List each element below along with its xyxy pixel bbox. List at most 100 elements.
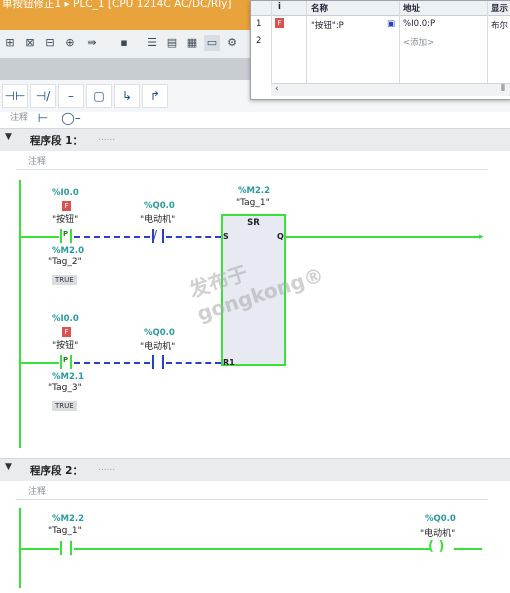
insert-network-icon[interactable]: ⊞: [2, 35, 18, 51]
nc-contact[interactable]: /: [150, 228, 166, 243]
empty-box-icon[interactable]: ▢: [86, 84, 112, 108]
power-rail: [19, 180, 21, 448]
coil-address: %Q0.0: [425, 514, 456, 524]
unpowered-wire: [166, 236, 221, 238]
network-1-title: 程序段 1：: [30, 135, 83, 147]
pin-s: S: [223, 232, 229, 241]
toolbar-divider: [0, 58, 252, 80]
row-number: 2: [256, 36, 262, 46]
title-text: 单按钮修正1 ▸ PLC_1 [CPU 1214C AC/DC/Rly]: [2, 0, 232, 10]
sr-label: SR: [247, 218, 260, 228]
contact-address: %I0.0: [52, 188, 79, 198]
sr-address: %M2.2: [238, 186, 271, 196]
network-2-header[interactable]: ▼ 程序段 2： ......: [0, 458, 510, 481]
network-2-comment-text: 注释: [28, 487, 47, 497]
q-output-wire: [286, 236, 482, 238]
scroll-grip-icon[interactable]: ⦀: [501, 84, 505, 94]
network-comment-icon[interactable]: ▦: [184, 35, 200, 51]
unpowered-wire: [74, 236, 150, 238]
table-divider: [399, 1, 400, 85]
pin-q: Q: [277, 232, 284, 241]
contact-address: %I0.0: [52, 314, 79, 324]
coil-icon[interactable]: –◯–: [58, 84, 84, 125]
no-contact-address: %Q0.0: [144, 328, 175, 338]
network-1-header[interactable]: ▼ 程序段 1： ......: [0, 128, 510, 151]
tag-address-cell[interactable]: %I0.0:P: [403, 19, 435, 29]
close-branch-icon[interactable]: ↱: [142, 84, 168, 108]
p-edge-contact[interactable]: P: [58, 355, 74, 369]
no-contact[interactable]: [58, 541, 74, 555]
edge-bit-tag[interactable]: "Tag_3": [48, 383, 82, 393]
pin-r1: R1: [223, 358, 235, 367]
table-divider: [487, 1, 488, 85]
grid-view-icon[interactable]: ▤: [164, 35, 180, 51]
open-branch-button-icon[interactable]: ↳: [114, 84, 140, 108]
scroll-left-icon[interactable]: ‹: [275, 84, 279, 94]
horizontal-scrollbar[interactable]: ‹ ⦀: [271, 83, 510, 96]
list-view-icon[interactable]: ☰: [144, 35, 160, 51]
delete-network-icon[interactable]: ⊠: [22, 35, 38, 51]
block-comment: 注释: [10, 113, 29, 123]
monitor-value: TRUE: [52, 275, 77, 285]
rung-end-icon: ▸: [479, 232, 484, 242]
p-edge-contact[interactable]: P: [58, 229, 74, 243]
rung-wire: [74, 548, 430, 550]
edge-label: P: [63, 230, 69, 238]
add-tag-cell[interactable]: <添加>: [403, 36, 434, 48]
editor-toolbar: ⊞ ⊠ ⊟ ⊕ ⇛ ▪ ☰ ▤ ▦ ▭ ⚙: [0, 30, 255, 59]
header-address[interactable]: 地址: [403, 2, 420, 14]
edge-bit-address: %M2.1: [52, 372, 85, 382]
output-coil[interactable]: ( ): [428, 539, 444, 554]
network-2-title-field[interactable]: ......: [98, 463, 115, 473]
append-row-icon[interactable]: ⊕: [62, 35, 78, 51]
tag-display-cell[interactable]: 布尔: [491, 19, 508, 31]
collapse-arrow-icon[interactable]: ▼: [5, 462, 12, 472]
header-name[interactable]: 名称: [311, 2, 328, 14]
no-contact[interactable]: [150, 355, 166, 369]
network-2-title: 程序段 2：: [30, 465, 83, 477]
network-2-comment[interactable]: 注释: [16, 481, 488, 500]
header-display[interactable]: 显示: [491, 2, 508, 14]
table-divider: [306, 1, 307, 85]
no-contact-icon[interactable]: ⊣⊢: [2, 84, 28, 108]
coil-tag[interactable]: "电动机": [420, 526, 455, 539]
fb-tag-icon: F: [62, 327, 71, 337]
nc-contact-address: %Q0.0: [144, 201, 175, 211]
contact-tag[interactable]: "Tag_1": [48, 526, 82, 536]
network-1-title-field[interactable]: ......: [98, 133, 115, 143]
insert-row-icon[interactable]: ⊟: [42, 35, 58, 51]
rung-wire: [19, 362, 59, 364]
tag-table-header: i 名称 地址 显示: [251, 1, 510, 16]
tag-table-popup: i 名称 地址 显示 1 F "按钮":P ▣ %I0.0:P 布尔 2 <添加…: [250, 0, 510, 100]
no-contact-tag[interactable]: "电动机": [140, 339, 175, 352]
contact-address: %M2.2: [52, 514, 85, 524]
network-1-comment-text: 注释: [28, 157, 47, 167]
contact-tag[interactable]: "按钮": [52, 338, 78, 351]
contact-tag[interactable]: "按钮": [52, 212, 78, 225]
row-number: 1: [256, 19, 262, 29]
rung-wire: [19, 236, 59, 238]
network-1-comment[interactable]: 注释: [16, 151, 488, 170]
tag-name-cell[interactable]: "按钮":P: [311, 19, 344, 31]
open-branch-icon[interactable]: ⇛: [84, 35, 100, 51]
tag-type-icon: ▣: [387, 19, 396, 29]
unpowered-wire: [166, 362, 221, 364]
unpowered-wire: [74, 362, 150, 364]
header-info: i: [278, 2, 281, 12]
rung-wire: [19, 548, 59, 550]
favorites-icon[interactable]: ▭: [204, 35, 220, 51]
rung-wire: [454, 548, 482, 550]
edge-bit-address: %M2.0: [52, 246, 85, 256]
sr-tag[interactable]: "Tag_1": [236, 198, 270, 208]
edge-label: P: [63, 356, 69, 364]
nc-slash-icon: /: [153, 228, 158, 242]
monitor-value: TRUE: [52, 401, 77, 411]
fb-tag-icon: F: [275, 18, 284, 28]
monitor-icon[interactable]: ⚙: [224, 35, 240, 51]
collapse-arrow-icon[interactable]: ▼: [5, 132, 12, 142]
edge-bit-tag[interactable]: "Tag_2": [48, 257, 82, 267]
fb-tag-icon: F: [62, 201, 71, 211]
nc-contact-tag[interactable]: "电动机": [140, 212, 175, 225]
absolute-address-icon[interactable]: ▪: [116, 35, 132, 51]
nc-contact-icon[interactable]: ⊣/⊢: [30, 84, 56, 125]
